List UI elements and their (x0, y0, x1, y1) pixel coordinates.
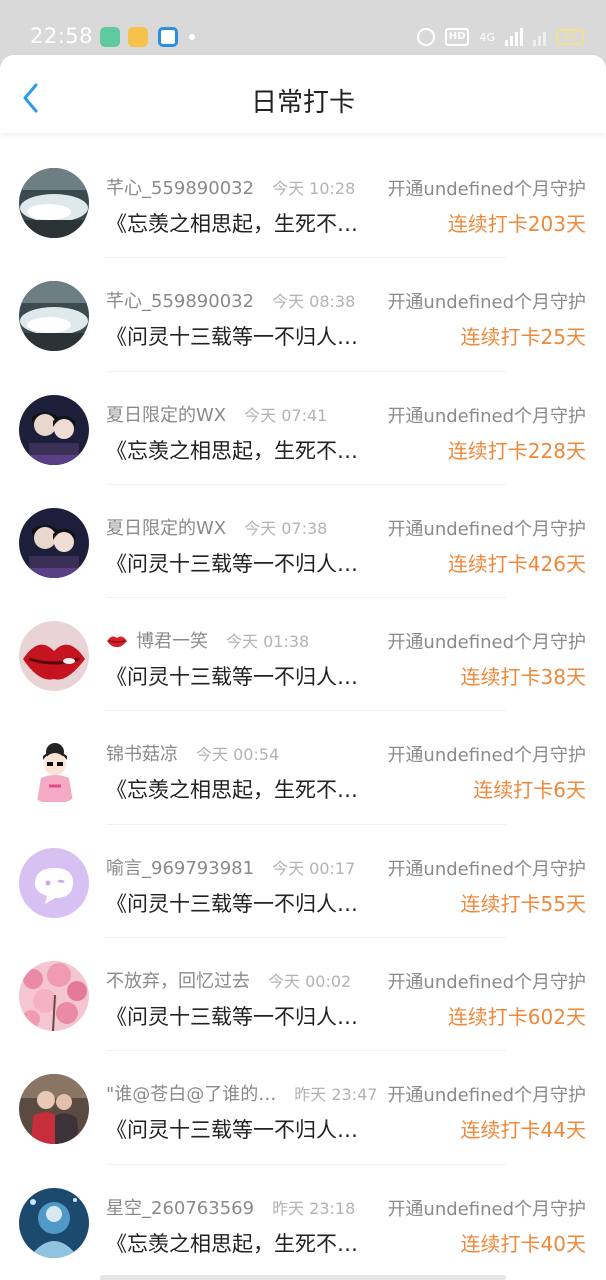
checkin-time: 今天 00:17 (272, 858, 356, 878)
checkin-row[interactable]: 不放弃，回忆过去 今天 00:02 开通undefined个月守护 《问灵十三载等一不… (0, 938, 606, 1052)
user-name[interactable]: 夏日限定的WX (106, 515, 226, 539)
user-info-line: 芊心_559890032 今天 10:28 (106, 175, 396, 199)
checkin-content[interactable]: 《忘羡之相思起，生死不… (106, 435, 378, 465)
more-notifications-icon (189, 34, 195, 40)
checkin-time: 今天 00:54 (196, 745, 280, 765)
guard-status: 开通undefined个月守护 (385, 1081, 586, 1108)
streak-count: 连续打卡228天 (447, 438, 586, 463)
streak-count: 连续打卡6天 (473, 778, 586, 803)
user-name[interactable]: "谁@苍白@了谁的… (106, 1081, 276, 1105)
guard-status: 开通undefined个月守护 (385, 288, 586, 315)
checkin-time: 今天 10:28 (272, 179, 356, 198)
checkin-row[interactable]: 芊心_559890032 今天 10:28 开通undefined个月守护 《忘羡之相… (0, 145, 606, 259)
avatar[interactable] (19, 847, 89, 918)
user-info-line: "谁@苍白@了谁的… 昨天 23:47 (106, 1081, 396, 1105)
checkin-content[interactable]: 《问灵十三载等一不归人… (106, 661, 378, 691)
guard-status: 开通undefined个月守护 (385, 854, 586, 881)
checkin-content[interactable]: 《问灵十三载等一不归人… (106, 1001, 378, 1031)
network-type-icon: 4G (479, 30, 495, 44)
avatar[interactable] (19, 394, 89, 465)
avatar[interactable] (19, 734, 89, 805)
checkin-time: 今天 01:38 (226, 632, 310, 652)
checkin-time: 今天 07:38 (244, 518, 328, 538)
user-info-line: 星空_260763569 昨天 23:18 (106, 1195, 396, 1219)
browser-notification-icon (158, 27, 178, 47)
avatar[interactable] (19, 281, 89, 352)
streak-count: 连续打卡40天 (460, 1231, 586, 1256)
user-info-line: 芊心_559890032 今天 08:38 (106, 288, 396, 312)
streak-count: 连续打卡203天 (447, 212, 586, 236)
checkin-row[interactable]: 夏日限定的WX 今天 07:38 开通undefined个月守护 《问灵十三载等一不归… (0, 485, 606, 599)
streak-count: 连续打卡55天 (460, 891, 586, 916)
checkin-row[interactable]: 星空_260763569 昨天 23:18 开通undefined个月守护 《忘羡之相… (0, 1165, 606, 1279)
streak-count: 连续打卡602天 (447, 1005, 586, 1030)
guard-status: 开通undefined个月守护 (385, 1194, 586, 1221)
guard-status: 开通undefined个月守护 (385, 628, 586, 655)
checkin-content[interactable]: 《问灵十三载等一不归人… (106, 888, 378, 918)
avatar[interactable] (19, 1074, 89, 1145)
user-name[interactable]: 博君一笑 (136, 628, 208, 652)
page-title: 日常打卡 (250, 88, 355, 118)
checkin-content[interactable]: 《忘羡之相思起，生死不… (106, 1228, 378, 1258)
lips-icon (106, 633, 128, 648)
guard-status: 开通undefined个月守护 (385, 968, 586, 995)
avatar[interactable] (19, 168, 89, 238)
user-info-line: 锦书菇凉 今天 00:54 (106, 741, 396, 765)
signal-2-icon (533, 28, 546, 46)
user-info-line: 博君一笑 今天 01:38 (106, 628, 396, 652)
checkin-time: 昨天 23:18 (272, 1198, 356, 1218)
checkin-content[interactable]: 《问灵十三载等一不归人… (106, 548, 378, 578)
alarm-icon (416, 28, 435, 46)
checkin-row[interactable]: "谁@苍白@了谁的… 昨天 23:47 开通undefined个月守护 《问灵十三载等… (0, 1051, 606, 1165)
guard-status: 开通undefined个月守护 (385, 401, 586, 428)
checkin-content[interactable]: 《忘羡之相思起，生死不… (106, 774, 378, 804)
checkin-content[interactable]: 《问灵十三载等一不归人… (106, 321, 378, 351)
streak-count: 连续打卡25天 (460, 325, 586, 350)
user-name[interactable]: 星空_260763569 (106, 1195, 254, 1219)
avatar[interactable] (19, 621, 89, 692)
checkin-row[interactable]: 喻言_969793981 今天 00:17 开通undefined个月守护 《问灵十三… (0, 825, 606, 939)
streak-count: 连续打卡426天 (447, 551, 586, 576)
page-header: 日常打卡 (0, 55, 606, 133)
checkin-content[interactable]: 《忘羡之相思起，生死不… (106, 208, 378, 238)
user-name[interactable]: 喻言_969793981 (106, 855, 254, 879)
checkin-list: 芊心_559890032 今天 10:28 开通undefined个月守护 《忘羡之相… (0, 145, 606, 1279)
streak-count: 连续打卡44天 (460, 1118, 586, 1143)
checkin-time: 昨天 23:47 (294, 1085, 378, 1105)
hd-icon: HD (444, 28, 470, 46)
avatar[interactable] (19, 507, 89, 578)
checkin-time: 今天 00:02 (268, 972, 352, 992)
user-name[interactable]: 夏日限定的WX (106, 402, 226, 426)
user-name[interactable]: 不放弃，回忆过去 (106, 968, 250, 992)
user-info-line: 喻言_969793981 今天 00:17 (106, 855, 396, 879)
user-name[interactable]: 锦书菇凉 (106, 741, 178, 765)
checkin-row[interactable]: 夏日限定的WX 今天 07:41 开通undefined个月守护 《忘羡之相思起，生死… (0, 372, 606, 486)
streak-count: 连续打卡38天 (460, 665, 586, 690)
scroll-indicator (100, 1275, 506, 1280)
avatar[interactable] (19, 1187, 89, 1258)
guard-status: 开通undefined个月守护 (385, 741, 586, 768)
checkin-row[interactable]: 锦书菇凉 今天 00:54 开通undefined个月守护 《忘羡之相思起，生死不… 连… (0, 711, 606, 826)
user-info-line: 夏日限定的WX 今天 07:41 (106, 402, 396, 426)
checkin-time: 今天 07:41 (244, 405, 328, 425)
weibo-notification-icon (128, 27, 148, 47)
checkin-content[interactable]: 《问灵十三载等一不归人… (106, 1114, 378, 1144)
checkin-row[interactable]: 芊心_559890032 今天 08:38 开通undefined个月守护 《问灵十三… (0, 258, 606, 372)
status-time: 22:58 (30, 24, 94, 48)
battery-icon: 62 (556, 29, 584, 45)
checkin-row[interactable]: 博君一笑 今天 01:38 开通undefined个月守护 《问灵十三载等一不归人… 连… (0, 598, 606, 712)
avatar[interactable] (19, 961, 89, 1032)
app-notification-icon (100, 27, 120, 47)
user-info-line: 夏日限定的WX 今天 07:38 (106, 515, 396, 539)
checkin-time: 今天 08:38 (272, 292, 356, 312)
user-info-line: 不放弃，回忆过去 今天 00:02 (106, 968, 396, 992)
guard-status: 开通undefined个月守护 (385, 175, 586, 201)
user-name[interactable]: 芊心_559890032 (106, 175, 254, 199)
signal-icon (505, 28, 523, 46)
user-name[interactable]: 芊心_559890032 (106, 288, 254, 312)
guard-status: 开通undefined个月守护 (385, 514, 586, 541)
